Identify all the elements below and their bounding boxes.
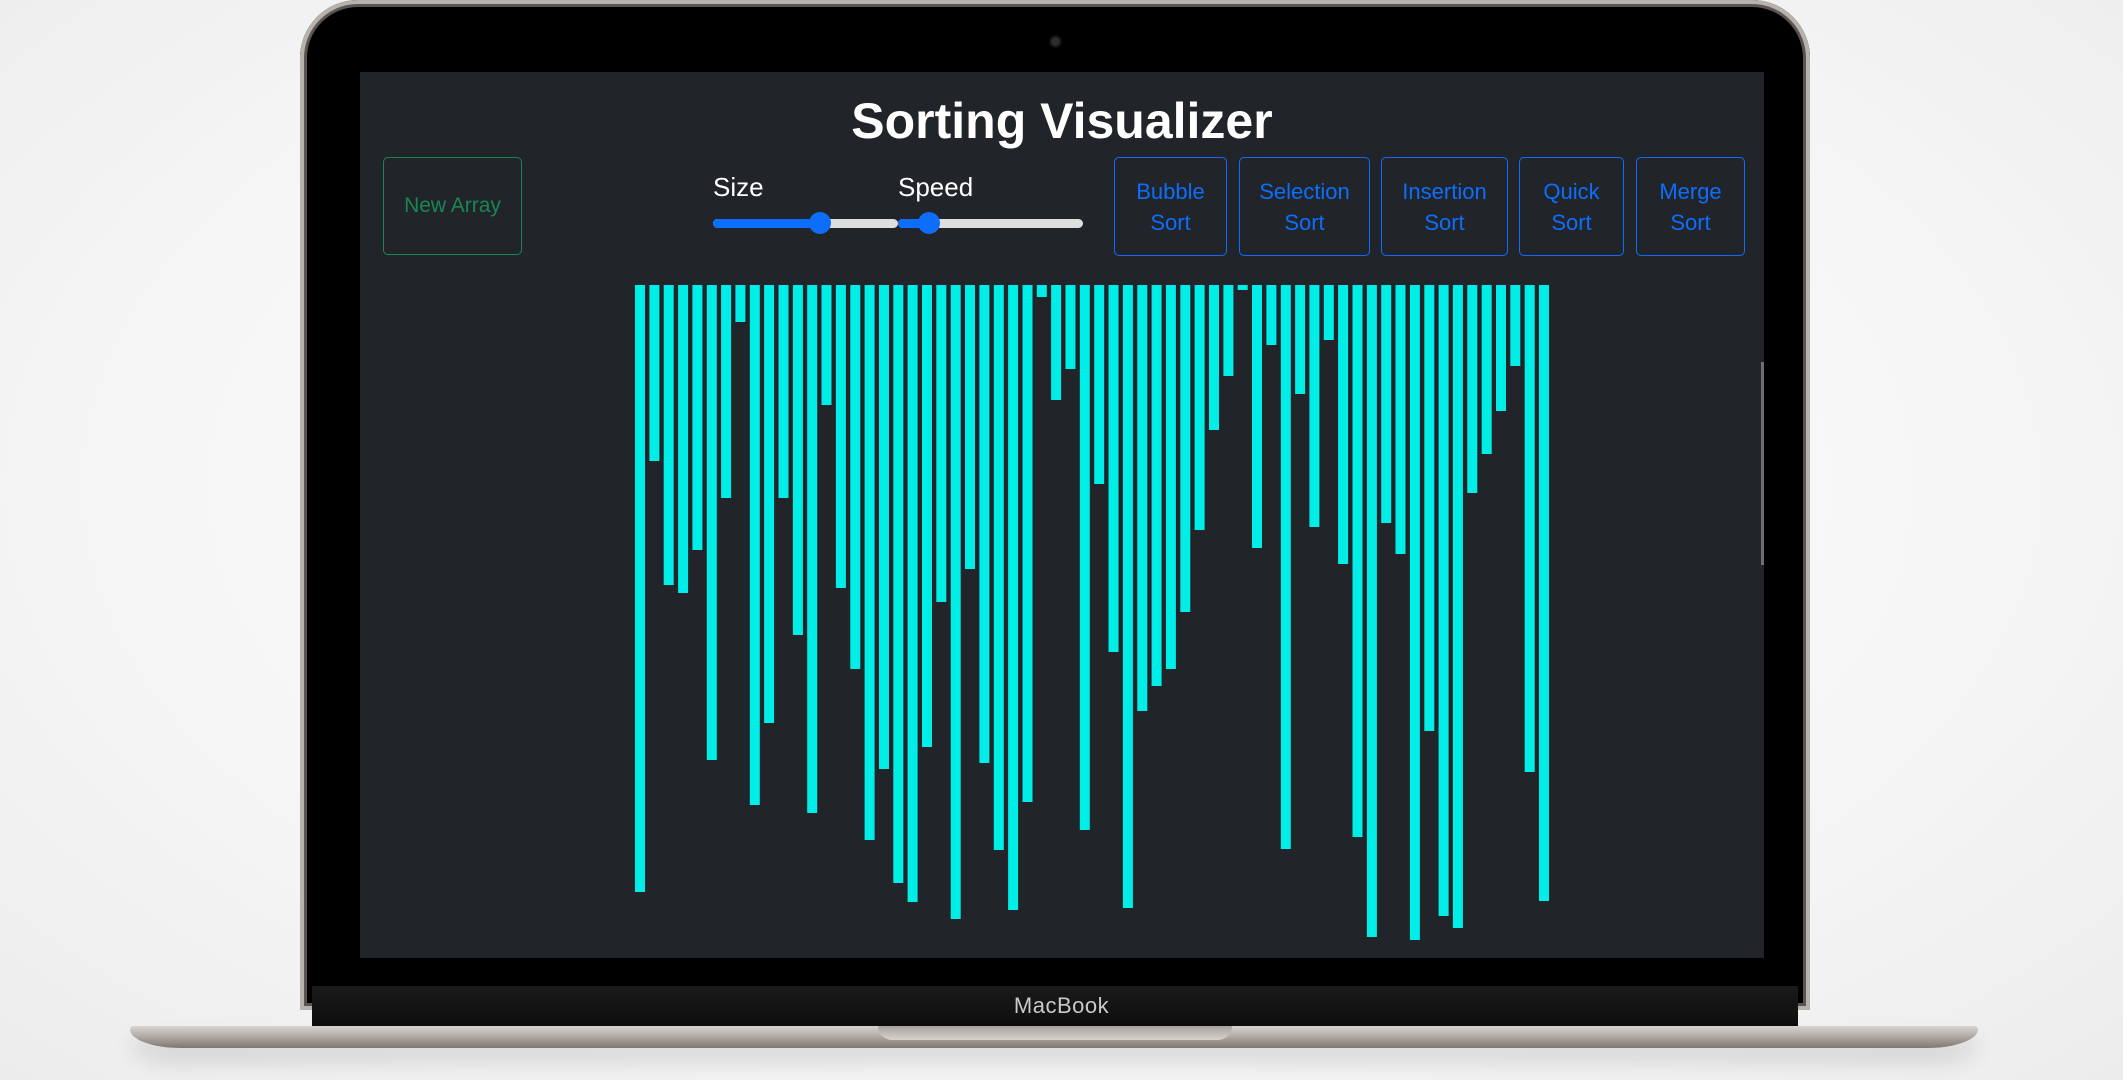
array-bar xyxy=(850,285,861,669)
array-bar xyxy=(1338,285,1349,564)
array-bar xyxy=(1409,285,1420,940)
webcam-icon xyxy=(1051,37,1060,46)
array-bar xyxy=(1151,285,1162,686)
laptop-hinge-notch xyxy=(878,1026,1232,1040)
array-bar xyxy=(1524,285,1535,772)
array-bar xyxy=(1424,285,1435,731)
array-bar xyxy=(1051,285,1062,400)
array-bar xyxy=(1079,285,1090,830)
array-bar xyxy=(635,285,645,892)
array-bar xyxy=(1209,285,1219,430)
array-bar xyxy=(1366,285,1377,937)
array-bar xyxy=(706,285,717,760)
array-bar xyxy=(792,285,803,635)
array-bar xyxy=(965,285,975,569)
array-bar xyxy=(1108,285,1119,652)
array-bar xyxy=(1252,285,1262,548)
array-bar xyxy=(1237,285,1248,290)
array-bar xyxy=(649,285,660,461)
array-bar xyxy=(1496,285,1506,411)
array-bar xyxy=(1180,285,1191,612)
array-bar xyxy=(749,285,760,805)
array-bar xyxy=(1381,285,1392,523)
array-bar xyxy=(1510,285,1521,366)
array-bars xyxy=(635,285,1549,940)
array-bar xyxy=(993,285,1004,850)
brand-label: MacBook xyxy=(1013,993,1110,1018)
array-bar xyxy=(778,285,789,498)
array-bar xyxy=(821,285,832,405)
array-bar xyxy=(1438,285,1449,916)
array-bar xyxy=(1223,285,1234,376)
array-bar xyxy=(893,285,904,883)
array-bar xyxy=(950,285,961,919)
array-bar xyxy=(835,285,846,588)
array-bar xyxy=(1008,285,1019,910)
array-bar xyxy=(1481,285,1492,454)
array-bar xyxy=(1065,285,1076,369)
array-bar xyxy=(1295,285,1306,394)
array-bar xyxy=(1137,285,1148,711)
array-bar xyxy=(1022,285,1033,802)
array-bar xyxy=(692,285,703,550)
array-bar xyxy=(1452,285,1463,928)
array-bar xyxy=(1352,285,1363,837)
array-bar xyxy=(1280,285,1291,849)
array-bar xyxy=(1323,285,1334,340)
array-bar xyxy=(936,285,947,602)
array-bar xyxy=(1266,285,1277,345)
array-bar xyxy=(1309,285,1320,527)
array-bar xyxy=(1094,285,1105,484)
array-bar xyxy=(1194,285,1205,530)
array-bar xyxy=(764,285,775,723)
app-screen: Sorting Visualizer New Array Size Speed … xyxy=(360,72,1764,958)
array-bar xyxy=(1122,285,1133,908)
array-bar xyxy=(922,285,932,747)
array-bar xyxy=(1539,285,1549,901)
array-bar xyxy=(1036,285,1047,297)
array-bar xyxy=(907,285,918,902)
array-bar xyxy=(663,285,674,585)
array-bar xyxy=(879,285,889,769)
array-bar xyxy=(735,285,746,322)
array-bar xyxy=(1467,285,1478,493)
array-bar xyxy=(721,285,732,498)
array-bar xyxy=(864,285,875,840)
array-bars-container xyxy=(360,72,1764,958)
array-bar xyxy=(1165,285,1176,669)
array-bar xyxy=(979,285,990,763)
array-bar xyxy=(807,285,818,813)
vertical-scrollbar[interactable] xyxy=(1761,362,1764,565)
array-bar xyxy=(1395,285,1406,554)
array-bar xyxy=(678,285,689,593)
